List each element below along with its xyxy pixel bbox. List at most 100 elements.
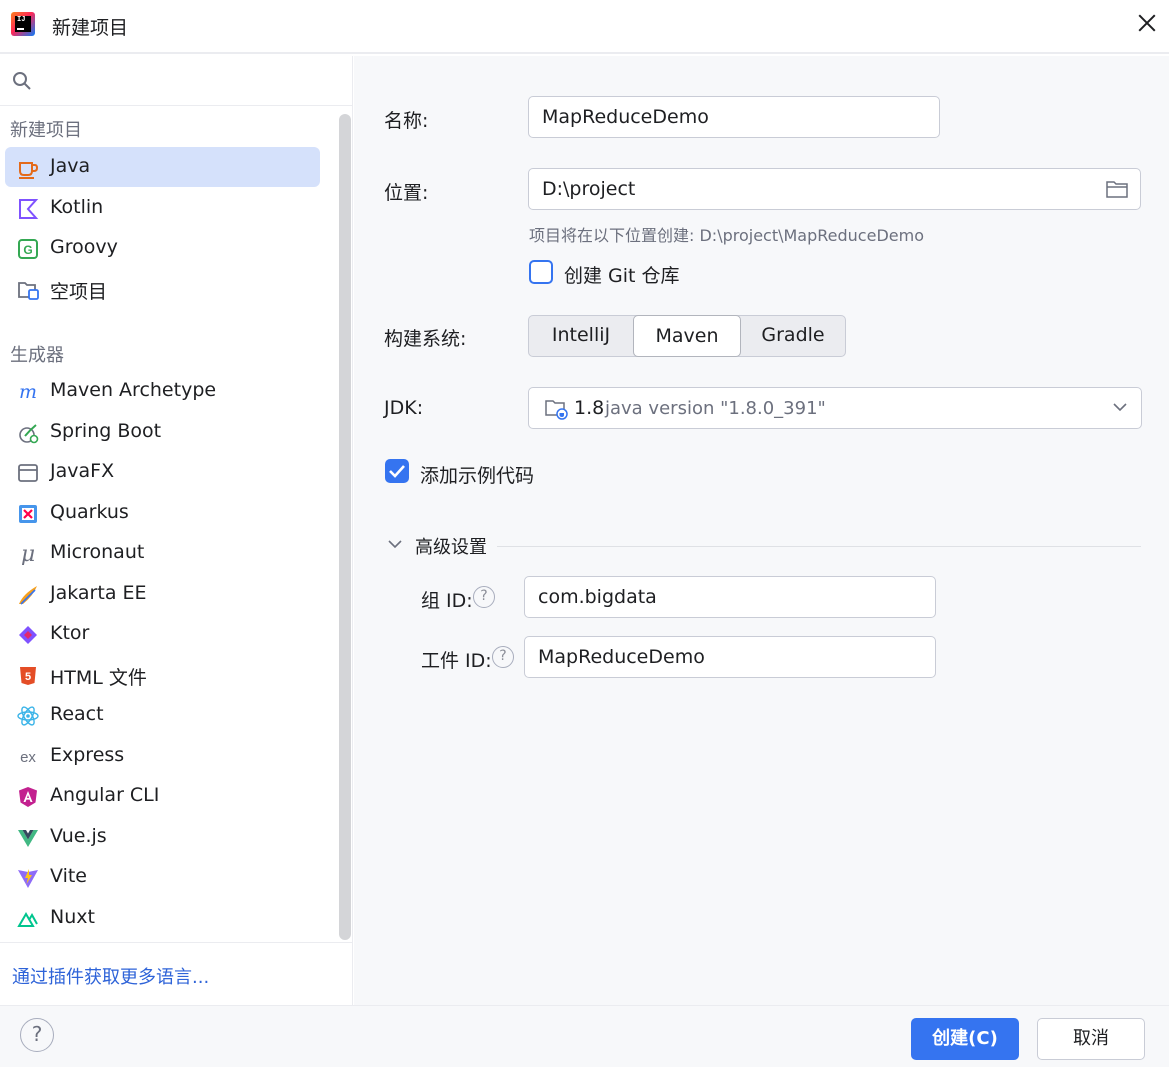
browse-folder-icon[interactable] [1106,180,1128,198]
sidebar-item-label: Java [50,155,91,177]
checkmark-icon [389,465,405,478]
sidebar-item-javafx[interactable]: JavaFX [5,452,320,492]
sidebar-scrollbar[interactable] [339,114,351,940]
maven-icon: m [19,381,37,403]
name-value: MapReduceDemo [542,106,709,128]
artifact-id-field[interactable]: MapReduceDemo [524,636,936,678]
sidebar-item-express[interactable]: ex Express [5,736,320,776]
intellij-idea-logo-icon: IJ [11,12,35,36]
add-sample-code-label: 添加示例代码 [420,465,535,487]
cancel-button[interactable]: 取消 [1037,1018,1145,1060]
sidebar-item-java[interactable]: Java [5,147,320,187]
sidebar: 新建项目 Java Kotlin G Groovy 空项目 生成器 m Mave… [0,56,353,1005]
sidebar-footer: 通过插件获取更多语言... [0,942,353,1005]
location-value: D:\project [542,178,636,200]
svg-text:μ: μ [21,543,35,565]
location-label: 位置: [384,182,429,204]
title-bar: IJ 新建项目 [0,0,1169,54]
build-option-gradle[interactable]: Gradle [741,315,845,357]
sidebar-item-vite[interactable]: Vite [5,857,320,897]
javafx-icon [18,464,38,482]
sidebar-item-quarkus[interactable]: Quarkus [5,493,320,533]
jdk-folder-icon [545,400,568,420]
dialog-footer: ? 创建(C) 取消 [0,1005,1169,1067]
artifact-id-help-icon[interactable]: ? [492,646,514,668]
build-system-label: 构建系统: [384,328,467,350]
sidebar-item-vue[interactable]: Vue.js [5,817,320,857]
group-id-label: 组 ID: [421,590,473,612]
location-hint: 项目将在以下位置创建: D:\project\MapReduceDemo [529,226,924,245]
empty-project-icon [18,282,39,300]
sidebar-item-nuxt[interactable]: Nuxt [5,898,320,938]
sidebar-item-angular-cli[interactable]: Angular CLI [5,776,320,816]
sidebar-item-label: Maven Archetype [50,379,217,401]
more-languages-link[interactable]: 通过插件获取更多语言... [12,963,209,989]
search-icon [13,72,31,90]
sidebar-item-jakarta-ee[interactable]: Jakarta EE [5,574,320,614]
html5-icon: 5 [20,667,36,685]
sidebar-item-label: Angular CLI [50,784,160,806]
sidebar-item-label: 空项目 [50,281,108,303]
close-icon[interactable] [1134,10,1160,36]
build-option-maven[interactable]: Maven [633,315,741,357]
build-option-intellij[interactable]: IntelliJ [529,315,633,357]
help-icon[interactable]: ? [20,1018,54,1052]
advanced-divider [497,546,1141,547]
sidebar-item-label: Jakarta EE [50,582,147,604]
group-id-value: com.bigdata [538,586,657,608]
name-label: 名称: [384,110,429,132]
svg-text:G: G [23,243,32,257]
location-field[interactable]: D:\project [528,168,1141,210]
angular-icon [19,787,37,807]
chevron-down-icon [1113,403,1127,412]
sidebar-item-groovy[interactable]: G Groovy [5,228,320,268]
build-system-selector: IntelliJ Maven Gradle [528,315,846,357]
artifact-id-value: MapReduceDemo [538,646,705,668]
sidebar-item-label: Spring Boot [50,420,162,442]
project-settings-panel: 名称: MapReduceDemo 位置: D:\project 项目将在以下位… [354,56,1169,1005]
sidebar-item-html[interactable]: 5 HTML 文件 [5,655,320,695]
sidebar-item-label: React [50,703,104,725]
ktor-icon [19,626,37,644]
group-id-field[interactable]: com.bigdata [524,576,936,618]
sidebar-item-label: Micronaut [50,541,145,563]
sidebar-item-label: Nuxt [50,906,95,928]
jdk-description: java version "1.8.0_391" [605,398,826,419]
chevron-down-icon [388,540,402,549]
sidebar-item-label: Express [50,744,125,766]
sidebar-item-label: JavaFX [50,460,115,482]
svg-text:5: 5 [25,671,31,683]
name-field[interactable]: MapReduceDemo [528,96,940,138]
sidebar-item-react[interactable]: React [5,695,320,735]
sidebar-item-empty-project[interactable]: 空项目 [5,269,320,309]
react-icon [17,706,39,726]
sidebar-item-label: Ktor [50,622,90,644]
express-icon: ex [20,749,36,766]
kotlin-icon [19,199,39,219]
spring-boot-icon [19,424,39,444]
nuxt-icon [17,912,38,927]
jdk-select[interactable]: 1.8 java version "1.8.0_391" [528,387,1142,429]
search-input[interactable] [44,66,344,96]
sidebar-item-spring-boot[interactable]: Spring Boot [5,412,320,452]
sidebar-item-label: Groovy [50,236,118,258]
add-sample-code-checkbox[interactable] [385,459,409,483]
groovy-icon: G [18,239,38,259]
sidebar-item-ktor[interactable]: Ktor [5,614,320,654]
sidebar-item-label: Vite [50,865,87,887]
sidebar-item-label: Vue.js [50,825,107,847]
sidebar-item-micronaut[interactable]: μ Micronaut [5,533,320,573]
quarkus-icon [19,505,37,523]
jakarta-ee-icon [19,586,37,605]
sidebar-item-kotlin[interactable]: Kotlin [5,188,320,228]
create-button[interactable]: 创建(C) [911,1018,1019,1060]
window-title: 新建项目 [52,17,129,39]
create-git-repo-label: 创建 Git 仓库 [564,265,680,287]
vite-icon [18,869,38,888]
group-label-new-project: 新建项目 [10,120,82,141]
group-label-generators: 生成器 [10,345,64,366]
vue-icon [18,830,38,847]
create-git-repo-checkbox[interactable] [529,260,553,284]
sidebar-item-maven-archetype[interactable]: m Maven Archetype [5,371,320,411]
group-id-help-icon[interactable]: ? [473,586,495,608]
